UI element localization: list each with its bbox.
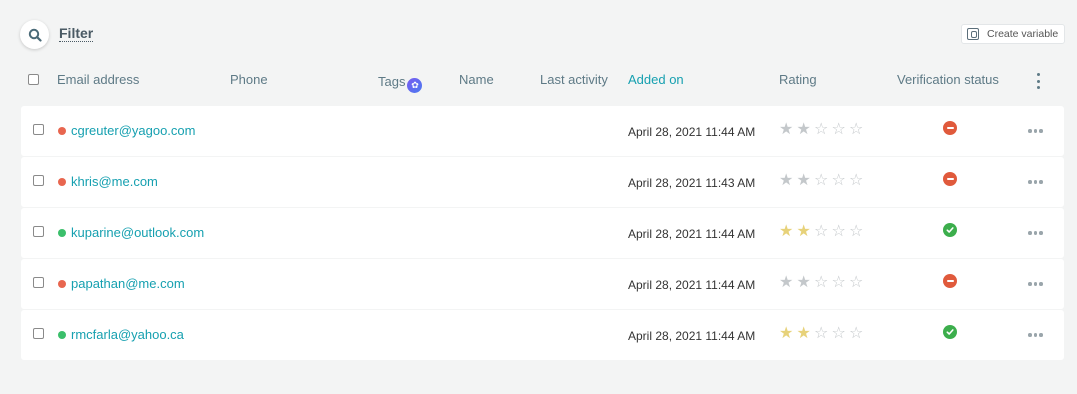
- rating-stars[interactable]: ★ ★ ☆ ☆ ☆: [779, 273, 867, 291]
- row-checkbox[interactable]: [33, 124, 44, 135]
- email-link[interactable]: kuparine@outlook.com: [71, 225, 204, 241]
- added-on-date: April 28, 2021 11:44 AM: [628, 227, 756, 241]
- star-empty-icon[interactable]: ☆: [814, 324, 832, 342]
- star-filled-icon[interactable]: ★: [779, 324, 797, 342]
- star-filled-icon[interactable]: ★: [797, 324, 815, 342]
- more-options-icon[interactable]: [1028, 282, 1043, 286]
- status-dot: [58, 229, 66, 237]
- row-checkbox[interactable]: [33, 277, 44, 288]
- star-empty-icon[interactable]: ☆: [814, 273, 832, 291]
- row-checkbox[interactable]: [33, 175, 44, 186]
- star-filled-icon[interactable]: ★: [779, 273, 797, 291]
- column-header-last-activity[interactable]: Last activity: [540, 72, 608, 88]
- table-row[interactable]: rmcfarla@yahoo.ca April 28, 2021 11:44 AM…: [21, 310, 1064, 360]
- added-on-date: April 28, 2021 11:44 AM: [628, 278, 756, 292]
- column-header-verification[interactable]: Verification status: [897, 72, 999, 88]
- star-badge-icon: ✿: [407, 78, 423, 93]
- table-row[interactable]: cgreuter@yagoo.com April 28, 2021 11:44 A…: [21, 106, 1064, 156]
- column-header-added-on[interactable]: Added on: [628, 72, 684, 88]
- star-empty-icon[interactable]: ☆: [849, 222, 867, 240]
- invalid-minus-icon: [943, 172, 957, 186]
- star-empty-icon[interactable]: ☆: [814, 171, 832, 189]
- added-on-date: April 28, 2021 11:44 AM: [628, 125, 756, 139]
- star-empty-icon[interactable]: ☆: [832, 222, 850, 240]
- contacts-table: cgreuter@yagoo.com April 28, 2021 11:44 A…: [21, 106, 1064, 361]
- star-empty-icon[interactable]: ☆: [814, 222, 832, 240]
- star-filled-icon[interactable]: ★: [779, 222, 797, 240]
- added-on-date: April 28, 2021 11:43 AM: [628, 176, 756, 190]
- star-empty-icon[interactable]: ☆: [832, 171, 850, 189]
- status-dot: [58, 178, 66, 186]
- create-variable-label: Create variable: [987, 28, 1059, 40]
- more-options-icon[interactable]: [1028, 180, 1043, 184]
- rating-stars[interactable]: ★ ★ ☆ ☆ ☆: [779, 324, 867, 342]
- status-dot: [58, 331, 66, 339]
- star-empty-icon[interactable]: ☆: [849, 324, 867, 342]
- star-filled-icon[interactable]: ★: [779, 171, 797, 189]
- column-header-tags[interactable]: Tags ✿: [378, 74, 423, 93]
- create-variable-button[interactable]: Create variable: [961, 24, 1065, 44]
- verified-check-icon: [943, 223, 957, 237]
- star-empty-icon[interactable]: ☆: [814, 120, 832, 138]
- star-empty-icon[interactable]: ☆: [832, 324, 850, 342]
- invalid-minus-icon: [943, 274, 957, 288]
- select-all-checkbox[interactable]: [28, 74, 39, 85]
- row-checkbox[interactable]: [33, 226, 44, 237]
- email-link[interactable]: papathan@me.com: [71, 276, 185, 292]
- search-button[interactable]: [20, 20, 49, 49]
- filter-toggle[interactable]: Filter: [59, 26, 94, 42]
- more-options-icon[interactable]: [1028, 231, 1043, 235]
- rating-stars[interactable]: ★ ★ ☆ ☆ ☆: [779, 120, 867, 138]
- star-empty-icon[interactable]: ☆: [849, 273, 867, 291]
- table-row[interactable]: papathan@me.com April 28, 2021 11:44 AM ★ ★…: [21, 259, 1064, 309]
- email-link[interactable]: cgreuter@yagoo.com: [71, 123, 195, 139]
- row-checkbox[interactable]: [33, 328, 44, 339]
- star-filled-icon[interactable]: ★: [779, 120, 797, 138]
- more-options-icon[interactable]: [1028, 129, 1043, 133]
- added-on-date: April 28, 2021 11:44 AM: [628, 329, 756, 343]
- star-filled-icon[interactable]: ★: [797, 273, 815, 291]
- star-filled-icon[interactable]: ★: [797, 120, 815, 138]
- email-link[interactable]: khris@me.com: [71, 174, 158, 190]
- star-empty-icon[interactable]: ☆: [849, 120, 867, 138]
- verified-check-icon: [943, 325, 957, 339]
- search-icon: [28, 28, 42, 42]
- column-header-email[interactable]: Email address: [57, 72, 139, 88]
- star-empty-icon[interactable]: ☆: [849, 171, 867, 189]
- column-header-tags-label: Tags: [378, 74, 406, 89]
- star-filled-icon[interactable]: ★: [797, 171, 815, 189]
- email-link[interactable]: rmcfarla@yahoo.ca: [71, 327, 184, 343]
- more-options-icon[interactable]: [1028, 333, 1043, 337]
- status-dot: [58, 280, 66, 288]
- invalid-minus-icon: [943, 121, 957, 135]
- rating-stars[interactable]: ★ ★ ☆ ☆ ☆: [779, 222, 867, 240]
- rating-stars[interactable]: ★ ★ ☆ ☆ ☆: [779, 171, 867, 189]
- table-row[interactable]: khris@me.com April 28, 2021 11:43 AM ★ ★ ☆ ☆ ☆: [21, 157, 1064, 207]
- star-empty-icon[interactable]: ☆: [832, 273, 850, 291]
- star-empty-icon[interactable]: ☆: [832, 120, 850, 138]
- kebab-menu-icon[interactable]: [1036, 73, 1040, 89]
- column-header-phone[interactable]: Phone: [230, 72, 268, 88]
- column-header-name[interactable]: Name: [459, 72, 494, 88]
- variable-icon: [967, 28, 979, 40]
- column-header-rating[interactable]: Rating: [779, 72, 817, 88]
- star-filled-icon[interactable]: ★: [797, 222, 815, 240]
- table-row[interactable]: kuparine@outlook.com April 28, 2021 11:44…: [21, 208, 1064, 258]
- status-dot: [58, 127, 66, 135]
